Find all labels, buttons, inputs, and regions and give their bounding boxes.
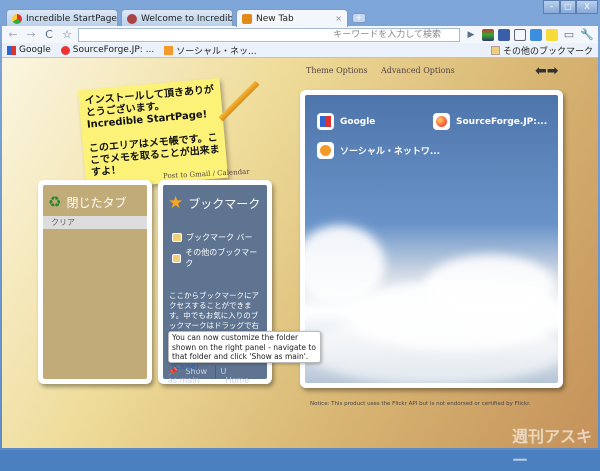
bookmark-folder-other[interactable]: その他のブックマーク [163, 245, 267, 271]
extension-icon[interactable] [482, 28, 494, 41]
bookmark-label: ソーシャル・ネッ... [176, 46, 257, 57]
folder-icon [490, 45, 500, 55]
extension-icon[interactable] [530, 28, 542, 41]
clear-button[interactable]: クリア [43, 216, 147, 229]
folder-icon [172, 233, 182, 242]
page-menu-icon[interactable]: ▭ [562, 28, 576, 42]
site-icon [127, 13, 137, 24]
bookmark-social[interactable]: ソーシャル・ネッ... [164, 44, 257, 57]
tooltip-text: You can now customize the folder shown o… [172, 333, 316, 361]
tab-incredible-startpage[interactable]: Incredible StartPage -...× [6, 9, 118, 27]
bookmark-label: SourceForge.JP: ... [72, 45, 155, 55]
forward-button[interactable]: → [24, 28, 38, 42]
social-icon [164, 45, 174, 55]
bookmark-sourceforge[interactable]: SourceForge.JP: ... [60, 45, 155, 55]
speed-dial-label: SourceForge.JP:... [456, 116, 548, 127]
speed-dial-label: ソーシャル・ネットワ... [340, 147, 441, 157]
tab-label: New Tab [256, 13, 294, 24]
reload-button[interactable]: C [42, 28, 56, 42]
speed-dial-google[interactable]: Google [317, 113, 375, 130]
bookmark-label: Google [19, 45, 51, 55]
close-window-button[interactable]: X [576, 0, 598, 14]
sourceforge-icon [60, 45, 70, 55]
minimize-button[interactable]: – [543, 0, 560, 14]
home-button[interactable]: U Home [214, 365, 268, 385]
chrome-icon [12, 13, 22, 24]
folder-label: その他のブックマーク [185, 248, 258, 268]
back-button[interactable]: ← [6, 28, 20, 42]
screenshot-extension-icon[interactable] [514, 28, 526, 41]
close-tab-icon[interactable]: × [331, 14, 342, 23]
new-tab-button[interactable]: + [352, 13, 366, 23]
go-button[interactable]: ▶ [464, 28, 478, 42]
tooltip-close-link[interactable]: [Close] [172, 362, 198, 371]
panel-title: 閉じたタブ [66, 195, 127, 210]
maximize-button[interactable]: □ [560, 0, 576, 14]
sourceforge-icon [433, 113, 450, 130]
page-arrows-icon[interactable]: ⬅➡ [535, 63, 558, 79]
google-icon [317, 113, 334, 130]
tab-label: Incredible StartPage -... [26, 13, 117, 24]
home-label: Home [225, 376, 250, 385]
bookmark-google[interactable]: Google [7, 45, 51, 55]
wrench-menu-icon[interactable]: 🔧 [580, 28, 594, 42]
note-text: インストールして頂きありがとうございます。Incredible StartPag… [84, 84, 215, 131]
startpage-icon [242, 13, 252, 24]
speed-dial-sourceforge[interactable]: SourceForge.JP:... [433, 113, 547, 130]
speed-dial-panel: Google SourceForge.JP:... ソーシャル・ネットワ... [300, 90, 563, 388]
tab-welcome[interactable]: Welcome to Incredible...× [121, 9, 233, 27]
other-bookmarks-label: その他のブックマーク [502, 46, 593, 57]
advanced-options-link[interactable]: Advanced Options [381, 66, 455, 75]
tab-new-tab[interactable]: New Tab × [236, 9, 348, 27]
watermark: 週刊アスキー [512, 427, 593, 470]
folder-icon [172, 253, 182, 263]
recycle-icon: ♻ [48, 193, 62, 211]
other-bookmarks[interactable]: その他のブックマーク [490, 44, 593, 57]
star-icon[interactable]: ☆ [60, 28, 74, 42]
info-extension-icon[interactable] [498, 28, 510, 41]
theme-options-link[interactable]: Theme Options [306, 66, 368, 75]
sticky-note-extension-icon[interactable] [546, 28, 558, 41]
flickr-notice: Notice: This product uses the Flickr API… [310, 401, 531, 407]
bookmark-folder-bar[interactable]: ブックマーク バー [163, 230, 267, 245]
tooltip: You can now customize the folder shown o… [168, 331, 321, 371]
closed-tabs-panel: ♻ 閉じたタブ クリア [38, 180, 152, 384]
speed-dial-social[interactable]: ソーシャル・ネットワ... [317, 142, 440, 159]
folder-label: ブックマーク バー [186, 233, 253, 242]
toolbar: ← → C ☆ キーワードを入力して検索 ▶ ▭ 🔧 [2, 26, 598, 43]
bookmarks-bar: Google SourceForge.JP: ... ソーシャル・ネッ... そ… [2, 43, 598, 58]
tab-label: Welcome to Incredible... [141, 13, 233, 24]
social-icon [317, 142, 334, 159]
google-icon [7, 45, 16, 55]
address-bar[interactable]: キーワードを入力して検索 [78, 27, 460, 42]
panel-title: ブックマーク [188, 196, 261, 211]
star-icon: ★ [168, 193, 184, 213]
speed-dial-label: Google [340, 116, 376, 127]
